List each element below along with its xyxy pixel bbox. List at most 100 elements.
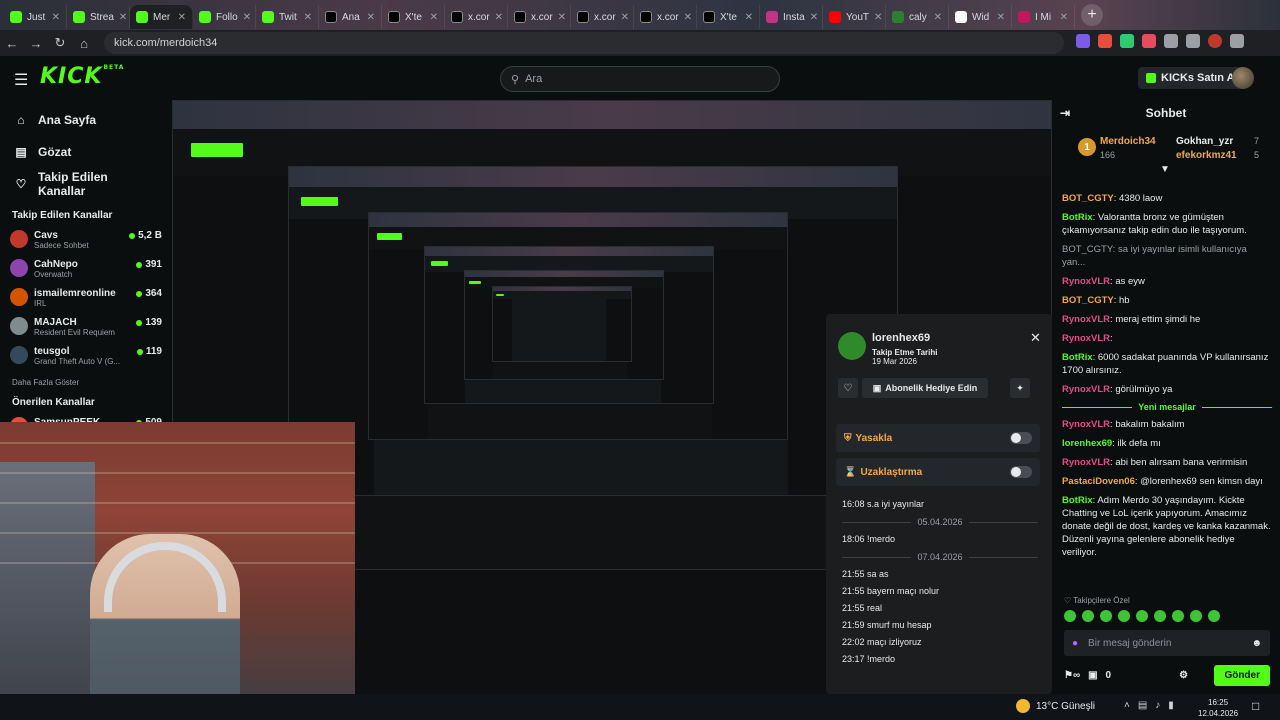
browser-tab[interactable]: Just ✕ [4, 5, 67, 29]
nav-following[interactable]: ♡ Takip Edilen Kanallar [0, 168, 172, 200]
close-tab-icon[interactable]: ✕ [178, 12, 186, 23]
browser-tab[interactable]: Mer ✕ [130, 5, 193, 29]
close-tab-icon[interactable]: ✕ [684, 12, 692, 23]
ban-switch[interactable] [1010, 432, 1032, 444]
chat-input[interactable]: ● Bir mesaj gönderin ☻ [1064, 630, 1270, 656]
channel-item[interactable]: Cavs Sadece Sohbet 5,2 B [0, 227, 172, 256]
forward-icon[interactable]: → [24, 36, 48, 51]
chat-username[interactable]: BOT_CGTY [1062, 193, 1114, 204]
close-tab-icon[interactable]: ✕ [1060, 12, 1068, 23]
chat-username[interactable]: BotRix [1062, 352, 1093, 363]
close-tab-icon[interactable]: ✕ [367, 12, 375, 23]
close-tab-icon[interactable]: ✕ [304, 12, 312, 23]
kick-logo[interactable]: KICKBETA [40, 64, 124, 89]
collapse-chat-icon[interactable]: ⇥ [1060, 106, 1070, 120]
settings-icon[interactable]: ⚙ [1179, 670, 1188, 681]
channel-item[interactable]: teusgol Grand Theft Auto V (G... 119 [0, 343, 172, 372]
nav-home[interactable]: ⌂ Ana Sayfa [0, 104, 172, 136]
extension-icon[interactable] [1098, 34, 1112, 48]
media-icon[interactable] [1186, 34, 1200, 48]
chat-username[interactable]: RynoxVLR [1062, 314, 1110, 325]
microphone-icon[interactable]: ● [1072, 638, 1078, 649]
close-tab-icon[interactable]: ✕ [934, 12, 942, 23]
ban-toggle-row[interactable]: ⛨ Yasakla [836, 424, 1040, 452]
browser-tab[interactable]: x.cor ✕ [508, 5, 571, 29]
chat-username[interactable]: RynoxVLR [1062, 457, 1110, 468]
network-icon[interactable]: ▤ [1138, 700, 1147, 711]
send-button[interactable]: Gönder [1214, 664, 1270, 686]
user-avatar[interactable] [1232, 67, 1254, 89]
browser-tab[interactable]: x.cor ✕ [445, 5, 508, 29]
menu-icon[interactable] [1230, 34, 1244, 48]
chat-username[interactable]: lorenhex69 [1062, 438, 1112, 449]
extension-icon[interactable] [1142, 34, 1156, 48]
chat-username[interactable]: RynoxVLR [1062, 384, 1110, 395]
chat-username[interactable]: RynoxVLR [1062, 419, 1110, 430]
emote-icon[interactable] [1118, 610, 1130, 622]
battery-icon[interactable]: ▮ [1168, 700, 1174, 711]
channel-item[interactable]: MAJACH Resident Evil Requiem 139 [0, 314, 172, 343]
browser-tab[interactable]: Insta ✕ [760, 5, 823, 29]
volume-icon[interactable]: ♪ [1155, 700, 1160, 711]
chevron-up-icon[interactable]: ˄ [1124, 700, 1130, 711]
emote-icon[interactable] [1064, 610, 1076, 622]
browser-tab[interactable]: I Mi ✕ [1012, 5, 1075, 29]
community-icon[interactable]: ⚑∞ [1064, 670, 1080, 681]
browser-tab[interactable]: X'te ✕ [382, 5, 445, 29]
profile-icon[interactable] [1208, 34, 1222, 48]
menu-icon[interactable]: ☰ [14, 70, 28, 90]
browser-tab[interactable]: caly ✕ [886, 5, 949, 29]
timeout-toggle-row[interactable]: ⌛ Uzaklaştırma [836, 458, 1040, 486]
chat-username[interactable]: BotRix [1062, 495, 1093, 506]
close-tab-icon[interactable]: ✕ [745, 12, 753, 23]
address-bar[interactable]: kick.com/merdoich34 [104, 32, 1064, 54]
show-more-link[interactable]: Daha Fazla Göster [0, 372, 172, 393]
close-tab-icon[interactable]: ✕ [430, 12, 438, 23]
reload-icon[interactable]: ↻ [48, 35, 72, 51]
emote-icon[interactable] [1136, 610, 1148, 622]
emote-icon[interactable] [1100, 610, 1112, 622]
back-icon[interactable]: ← [0, 36, 24, 51]
browser-tab[interactable]: Ana ✕ [319, 5, 382, 29]
emote-icon[interactable] [1172, 610, 1184, 622]
browser-tab[interactable]: Follo ✕ [193, 5, 256, 29]
nav-browse[interactable]: ▤ Gözat [0, 136, 172, 168]
extension-icon[interactable] [1076, 34, 1090, 48]
more-actions-button[interactable]: ✦ [1010, 378, 1030, 398]
emote-icon[interactable] [1154, 610, 1166, 622]
close-tab-icon[interactable]: ✕ [495, 12, 503, 23]
close-tab-icon[interactable]: ✕ [997, 12, 1005, 23]
weather-widget[interactable]: 13°C Güneşli [1016, 699, 1095, 713]
notification-icon[interactable]: □ [1252, 699, 1259, 713]
clock[interactable]: 16:25 12.04.2026 [1198, 697, 1238, 719]
emote-icon[interactable] [1190, 610, 1202, 622]
close-tab-icon[interactable]: ✕ [243, 12, 251, 23]
timeout-switch[interactable] [1010, 466, 1032, 478]
close-tab-icon[interactable]: ✕ [558, 12, 566, 23]
chat-username[interactable]: RynoxVLR [1062, 276, 1110, 287]
gift-icon[interactable]: ▣ [1088, 670, 1097, 681]
home-icon[interactable]: ⌂ [72, 36, 96, 51]
close-tab-icon[interactable]: ✕ [119, 12, 127, 23]
new-tab-button[interactable]: + [1081, 4, 1103, 26]
close-tab-icon[interactable]: ✕ [621, 12, 629, 23]
gift-sub-button[interactable]: ▣ Abonelik Hediye Edin [862, 378, 988, 398]
browser-tab[interactable]: Twit ✕ [256, 5, 319, 29]
browser-tab[interactable]: YouT ✕ [823, 5, 886, 29]
browser-tab[interactable]: x.cor ✕ [634, 5, 697, 29]
browser-tab[interactable]: X'te ✕ [697, 5, 760, 29]
browser-tab[interactable]: Strea ✕ [67, 5, 130, 29]
close-tab-icon[interactable]: ✕ [52, 12, 60, 23]
puzzle-icon[interactable] [1164, 34, 1178, 48]
emote-icon[interactable] [1082, 610, 1094, 622]
expand-icon[interactable]: ▼ [1160, 164, 1170, 175]
close-icon[interactable]: ✕ [1030, 330, 1041, 346]
emoji-icon[interactable]: ☻ [1251, 638, 1262, 649]
buy-kicks-button[interactable]: KICKs Satın Al [1138, 67, 1246, 89]
follow-button[interactable]: ♡ [838, 378, 858, 398]
chat-username[interactable]: BotRix [1062, 212, 1093, 223]
channel-item[interactable]: CahNepo Overwatch 391 [0, 256, 172, 285]
channel-item[interactable]: ismailemreonline IRL 364 [0, 285, 172, 314]
browser-tab[interactable]: x.cor ✕ [571, 5, 634, 29]
search-input[interactable]: ⚲ Ara [500, 66, 780, 92]
